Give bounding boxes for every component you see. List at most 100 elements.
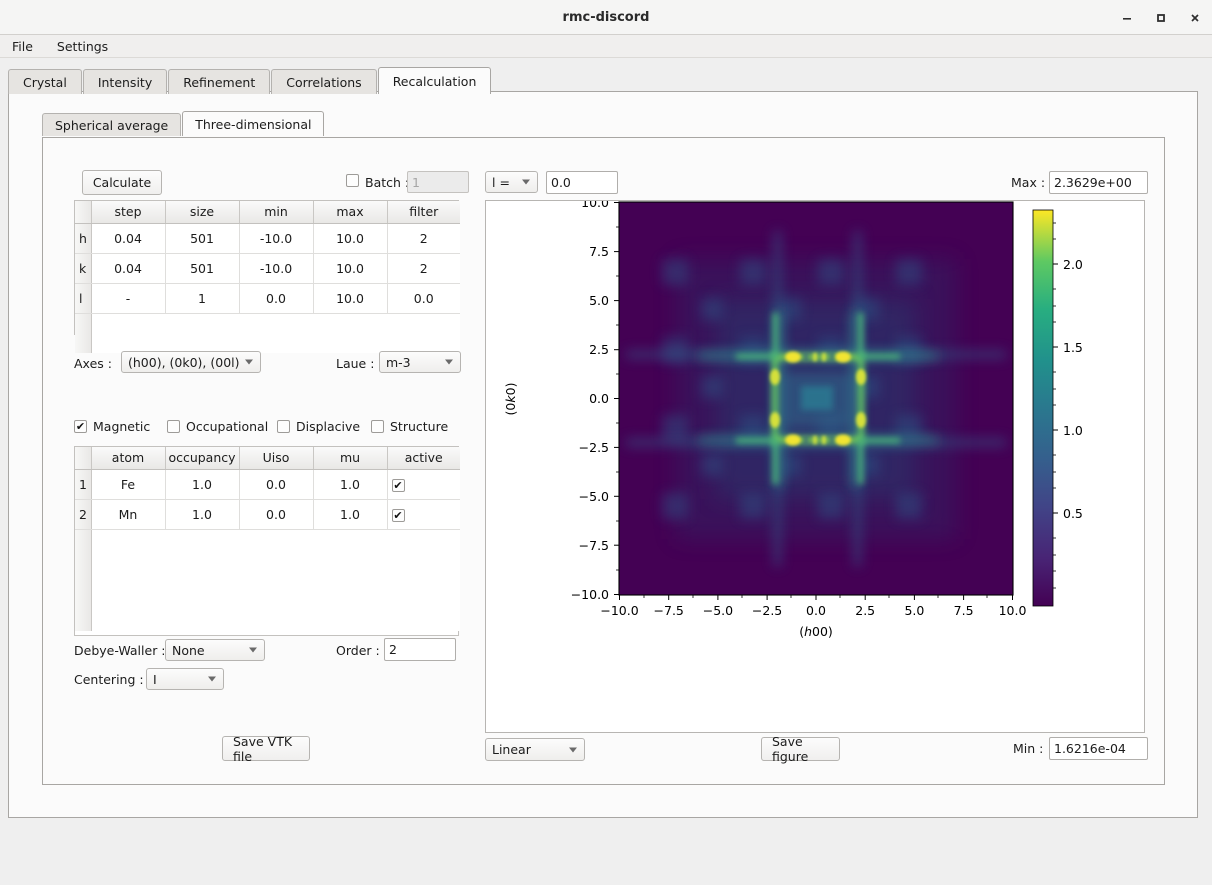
batch-checkbox[interactable]	[346, 174, 359, 187]
menu-settings[interactable]: Settings	[54, 38, 111, 55]
grid-cell-h-max[interactable]: 10.0	[313, 223, 388, 254]
grid-table[interactable]: step size min max filter h 0.04 501 -10.…	[74, 200, 460, 353]
scale-value: Linear	[492, 742, 531, 757]
atom-cell-1-atom[interactable]: Fe	[91, 469, 166, 500]
chevron-down-icon	[445, 359, 453, 365]
grid-cell-k-min[interactable]: -10.0	[239, 253, 314, 284]
grid-cell-k-step[interactable]: 0.04	[91, 253, 166, 284]
sub-tab-bar: Spherical average Three-dimensional	[42, 111, 325, 136]
checkbox-displacive[interactable]: Displacive	[277, 419, 360, 434]
table-row[interactable]: k 0.04 501 -10.0 10.0 2	[75, 253, 460, 284]
axes-combo[interactable]: (h00), (0k0), (00l)	[121, 351, 261, 373]
batch-input[interactable]: 1	[407, 171, 469, 193]
grid-cell-l-step[interactable]: -	[91, 283, 166, 314]
calculate-button[interactable]: Calculate	[82, 170, 162, 195]
atom-col-active: active	[387, 447, 460, 470]
occupational-checkbox-box[interactable]	[167, 420, 180, 433]
save-figure-button[interactable]: Save figure	[761, 734, 840, 764]
tab-correlations[interactable]: Correlations	[271, 69, 377, 94]
grid-cell-l-filter[interactable]: 0.0	[387, 283, 460, 314]
atom-cell-2-atom[interactable]: Mn	[91, 499, 166, 530]
grid-filler-rowhdr	[75, 313, 92, 353]
y-tick-5: −2.5	[579, 440, 609, 455]
menu-file[interactable]: File	[9, 38, 36, 55]
y-tick-8: −10.0	[571, 587, 609, 602]
slice-value-input[interactable]: 0.0	[546, 171, 618, 194]
order-label: Order :	[336, 643, 380, 658]
x-tick-3: −2.5	[752, 603, 782, 618]
grid-cell-k-size[interactable]: 501	[165, 253, 240, 284]
save-vtk-button[interactable]: Save VTK file	[222, 734, 310, 764]
structure-label: Structure	[390, 419, 449, 434]
subtab-spherical-average[interactable]: Spherical average	[42, 113, 182, 136]
scale-combo[interactable]: Linear	[485, 738, 585, 761]
tab-recalculation[interactable]: Recalculation	[377, 67, 492, 94]
debye-waller-label: Debye-Waller :	[74, 643, 166, 658]
atom-cell-1-active[interactable]: ✔	[387, 469, 460, 500]
grid-row-label-h: h	[75, 223, 92, 254]
table-row[interactable]: 1 Fe 1.0 0.0 1.0 ✔	[75, 469, 460, 500]
checkbox-magnetic[interactable]: ✔ Magnetic	[74, 419, 150, 434]
centering-combo[interactable]: I	[146, 668, 224, 690]
checkbox-occupational[interactable]: Occupational	[167, 419, 268, 434]
main-area: Crystal Intensity Refinement Correlation…	[0, 58, 1212, 885]
grid-table-corner	[75, 201, 92, 224]
slice-axis-value: l =	[492, 174, 510, 190]
axes-label: Axes :	[74, 356, 112, 371]
magnetic-label: Magnetic	[93, 419, 151, 434]
magnetic-checkbox-box[interactable]: ✔	[74, 420, 87, 433]
grid-col-size: size	[165, 201, 240, 224]
atom-cell-1-occupancy[interactable]: 1.0	[165, 469, 240, 500]
grid-cell-h-min[interactable]: -10.0	[239, 223, 314, 254]
checkbox-structure[interactable]: Structure	[371, 419, 448, 434]
atom-cell-2-occupancy[interactable]: 1.0	[165, 499, 240, 530]
table-row[interactable]: h 0.04 501 -10.0 10.0 2	[75, 223, 460, 254]
grid-cell-k-max[interactable]: 10.0	[313, 253, 388, 284]
menu-bar: File Settings	[0, 35, 1212, 58]
grid-cell-k-filter[interactable]: 2	[387, 253, 460, 284]
maximize-icon[interactable]	[1144, 0, 1178, 35]
laue-combo-value: m-3	[386, 354, 411, 370]
table-row[interactable]: 2 Mn 1.0 0.0 1.0 ✔	[75, 499, 460, 530]
grid-cell-l-max[interactable]: 10.0	[313, 283, 388, 314]
tab-crystal[interactable]: Crystal	[8, 69, 82, 94]
max-input[interactable]: 2.3629e+00	[1049, 171, 1148, 194]
minimize-icon[interactable]	[1110, 0, 1144, 35]
min-input[interactable]: 1.6216e-04	[1049, 737, 1148, 760]
atom-active-checkbox[interactable]: ✔	[391, 478, 405, 492]
diffraction-plot[interactable]: l = 0.0	[485, 195, 1145, 733]
subtab-three-dimensional[interactable]: Three-dimensional	[182, 111, 325, 136]
close-icon[interactable]	[1178, 0, 1212, 35]
structure-checkbox-box[interactable]	[371, 420, 384, 433]
x-tick-7: 7.5	[954, 603, 974, 618]
atom-cell-1-uiso[interactable]: 0.0	[239, 469, 314, 500]
grid-cell-l-min[interactable]: 0.0	[239, 283, 314, 314]
window-title: rmc-discord	[562, 9, 650, 25]
y-tick-7: −7.5	[579, 538, 609, 553]
laue-combo[interactable]: m-3	[379, 351, 461, 373]
table-row[interactable]: l - 1 0.0 10.0 0.0	[75, 283, 460, 314]
cbar-tick-2: 1.0	[1063, 423, 1083, 438]
grid-cell-l-size[interactable]: 1	[165, 283, 240, 314]
y-axis-label: (0k0)	[503, 383, 518, 416]
atom-cell-1-mu[interactable]: 1.0	[313, 469, 388, 500]
atom-table[interactable]: atom occupancy Uiso mu active 1 Fe 1.0 0…	[74, 446, 460, 636]
atom-cell-2-uiso[interactable]: 0.0	[239, 499, 314, 530]
cbar-tick-0: 2.0	[1063, 257, 1083, 272]
atom-cell-2-mu[interactable]: 1.0	[313, 499, 388, 530]
tab-refinement[interactable]: Refinement	[168, 69, 271, 94]
atom-active-checkbox[interactable]: ✔	[391, 508, 405, 522]
atom-col-uiso: Uiso	[239, 447, 314, 470]
atom-row-label-2: 2	[75, 499, 92, 530]
atom-cell-2-active[interactable]: ✔	[387, 499, 460, 530]
atom-filler-cell	[91, 529, 460, 631]
grid-cell-h-filter[interactable]: 2	[387, 223, 460, 254]
grid-cell-h-step[interactable]: 0.04	[91, 223, 166, 254]
y-tick-6: −5.0	[579, 489, 609, 504]
order-input[interactable]: 2	[384, 638, 456, 661]
tab-intensity[interactable]: Intensity	[82, 69, 168, 94]
displacive-checkbox-box[interactable]	[277, 420, 290, 433]
debye-waller-combo[interactable]: None	[165, 639, 265, 661]
grid-cell-h-size[interactable]: 501	[165, 223, 240, 254]
slice-axis-combo[interactable]: l =	[485, 171, 538, 193]
